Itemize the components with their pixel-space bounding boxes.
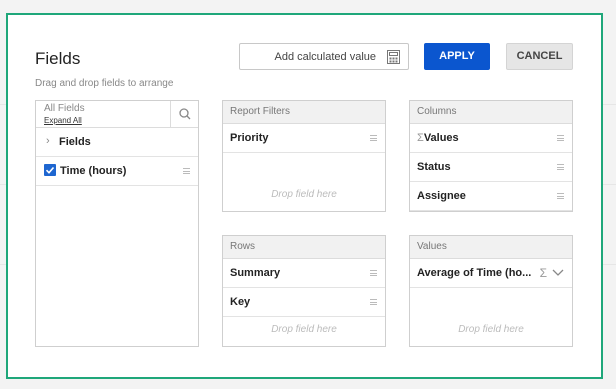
drag-handle-icon[interactable]	[557, 135, 564, 141]
chevron-down-icon[interactable]	[552, 269, 564, 277]
add-calculated-value-button[interactable]: Add calculated value	[239, 43, 409, 70]
row-item-summary[interactable]: Summary	[223, 259, 385, 288]
search-icon	[179, 108, 191, 120]
value-item-average-time[interactable]: Average of Time (ho... Σ	[410, 259, 572, 288]
zone-item-label: Priority	[230, 132, 269, 144]
zone-item-label: Assignee	[417, 190, 466, 202]
field-row-time-hours[interactable]: Time (hours)	[36, 157, 198, 186]
search-button[interactable]	[170, 101, 199, 127]
column-item-status[interactable]: Status	[410, 153, 572, 182]
columns-header: Columns	[410, 101, 572, 124]
drop-field-hint: Drop field here	[271, 324, 337, 335]
dialog-subtitle: Drag and drop fields to arrange	[35, 78, 174, 89]
sigma-icon: Σ	[417, 132, 424, 144]
row-item-key[interactable]: Key	[223, 288, 385, 317]
report-filter-item-priority[interactable]: Priority	[223, 124, 385, 153]
columns-zone: Columns ΣValues Status Assignee	[409, 100, 573, 212]
calculator-icon	[387, 50, 400, 64]
drop-field-hint: Drop field here	[458, 324, 524, 335]
drag-handle-icon[interactable]	[557, 193, 564, 199]
chevron-right-icon: ›	[46, 135, 50, 147]
zone-item-label: Average of Time (ho...	[417, 267, 532, 279]
report-filters-zone: Report Filters Priority Drop field here	[222, 100, 386, 212]
fields-group-label: Fields	[59, 136, 91, 148]
all-fields-title: All Fields	[44, 103, 85, 114]
drop-field-hint: Drop field here	[271, 189, 337, 200]
drag-handle-icon[interactable]	[370, 135, 377, 141]
drag-handle-icon[interactable]	[557, 164, 564, 170]
apply-button[interactable]: APPLY	[424, 43, 490, 70]
all-fields-header: All Fields Expand All	[36, 101, 198, 128]
column-item-values[interactable]: ΣValues	[410, 124, 572, 153]
cancel-button[interactable]: CANCEL	[506, 43, 573, 70]
check-icon	[45, 166, 55, 174]
add-calculated-value-label: Add calculated value	[274, 51, 376, 63]
checkbox-checked[interactable]	[44, 164, 56, 176]
field-label: Time (hours)	[60, 165, 127, 177]
fields-dialog: Fields Drag and drop fields to arrange A…	[13, 20, 596, 372]
rows-header: Rows	[223, 236, 385, 259]
report-filters-header: Report Filters	[223, 101, 385, 124]
dialog-title: Fields	[35, 49, 81, 68]
expand-all-link[interactable]: Expand All	[44, 116, 82, 125]
zone-item-label: Status	[417, 161, 451, 173]
sigma-icon[interactable]: Σ	[540, 266, 547, 280]
drag-handle-icon[interactable]	[370, 270, 377, 276]
fields-group-row[interactable]: › Fields	[36, 128, 198, 157]
rows-zone: Rows Summary Key Drop field here	[222, 235, 386, 347]
values-header: Values	[410, 236, 572, 259]
zone-item-label: Key	[230, 296, 251, 308]
zone-item-label: ΣValues	[417, 132, 459, 144]
column-item-assignee[interactable]: Assignee	[410, 182, 572, 211]
all-fields-panel: All Fields Expand All › Fields Time (hou…	[35, 100, 199, 347]
drag-handle-icon[interactable]	[183, 168, 190, 174]
values-zone: Values Average of Time (ho... Σ Drop fie…	[409, 235, 573, 347]
drag-handle-icon[interactable]	[370, 299, 377, 305]
zone-item-label: Summary	[230, 267, 281, 279]
